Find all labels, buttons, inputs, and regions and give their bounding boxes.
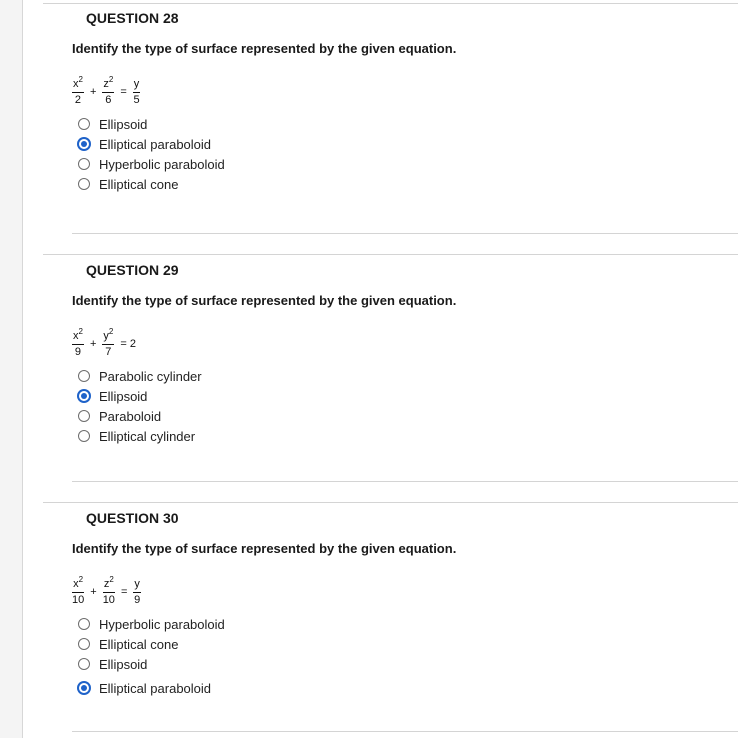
answer-option[interactable]: Elliptical paraboloid (78, 678, 225, 698)
radio-button[interactable] (78, 658, 90, 670)
option-label: Elliptical cone (99, 636, 179, 652)
eq-den: 10 (72, 593, 85, 606)
question-28-equation: x2 2 + z2 6 = y5 (72, 74, 141, 110)
eq-den: 9 (74, 345, 82, 358)
eq-exp: 2 (78, 326, 83, 336)
eq-exp: 2 (78, 574, 84, 584)
eq-den: 7 (105, 345, 112, 358)
answer-option[interactable]: Elliptical cone (78, 634, 225, 654)
eq-term: z2 10 (102, 575, 115, 606)
eq-operator: = (120, 86, 127, 98)
option-label: Elliptical cone (99, 176, 179, 192)
eq-exp: 2 (78, 74, 83, 84)
question-28-header: QUESTION 28 (86, 10, 179, 26)
answer-option[interactable]: Parabolic cylinder (78, 366, 202, 386)
eq-den: 10 (102, 593, 115, 606)
question-30-prompt: Identify the type of surface represented… (72, 541, 457, 556)
answer-option[interactable]: Ellipsoid (78, 654, 225, 674)
eq-den: 6 (105, 93, 112, 106)
eq-den: 9 (134, 593, 141, 606)
eq-den: 5 (133, 93, 140, 106)
eq-num: y (134, 577, 140, 590)
question-29-bottom-divider (72, 481, 738, 482)
option-label: Hyperbolic paraboloid (99, 616, 225, 632)
question-29-equation: x2 9 + y2 7 = 2 (72, 326, 139, 362)
question-30-options: Hyperbolic paraboloid Elliptical cone El… (78, 614, 225, 698)
question-30-header: QUESTION 30 (86, 510, 179, 526)
question-30-equation: x2 10 + z2 10 = y9 (72, 574, 141, 610)
answer-option[interactable]: Elliptical cone (78, 174, 225, 194)
question-30-top-divider (43, 502, 738, 503)
left-rail (0, 0, 23, 738)
radio-button[interactable] (78, 638, 90, 650)
option-label: Ellipsoid (99, 656, 148, 672)
answer-option[interactable]: Paraboloid (78, 406, 202, 426)
radio-button[interactable] (78, 178, 90, 190)
eq-term: z2 6 (102, 75, 115, 106)
eq-term: x2 2 (72, 75, 84, 106)
question-28-prompt: Identify the type of surface represented… (72, 41, 457, 56)
answer-option[interactable]: Elliptical paraboloid (78, 134, 225, 154)
option-label: Parabolic cylinder (99, 368, 202, 384)
option-label: Elliptical paraboloid (99, 136, 212, 152)
eq-exp: 2 (108, 326, 114, 336)
eq-num: x (73, 77, 79, 90)
eq-den: 2 (74, 93, 82, 106)
top-divider (43, 3, 738, 4)
radio-button[interactable] (78, 682, 90, 694)
eq-term: y9 (133, 577, 141, 606)
question-29-header: QUESTION 29 (86, 262, 179, 278)
answer-option[interactable]: Hyperbolic paraboloid (78, 154, 225, 174)
radio-button[interactable] (78, 118, 90, 130)
eq-operator: + (90, 586, 97, 598)
eq-exp: 2 (109, 574, 114, 584)
radio-button[interactable] (78, 158, 90, 170)
eq-term: x2 10 (72, 575, 85, 606)
eq-operator: = 2 (120, 338, 136, 350)
question-28-options: Ellipsoid Elliptical paraboloid Hyperbol… (78, 114, 225, 194)
eq-operator: + (89, 86, 97, 98)
eq-term: x2 9 (72, 327, 84, 358)
eq-term: y2 7 (102, 327, 115, 358)
answer-option[interactable]: Ellipsoid (78, 114, 225, 134)
answer-option[interactable]: Hyperbolic paraboloid (78, 614, 225, 634)
radio-button[interactable] (78, 390, 90, 402)
option-label: Ellipsoid (99, 116, 148, 132)
radio-button[interactable] (78, 410, 90, 422)
option-label: Hyperbolic paraboloid (99, 156, 225, 172)
radio-button[interactable] (78, 430, 90, 442)
eq-exp: 2 (108, 74, 114, 84)
option-label: Elliptical cylinder (99, 428, 196, 444)
eq-term: y5 (132, 77, 141, 106)
eq-operator: + (89, 338, 97, 350)
radio-button[interactable] (78, 618, 90, 630)
question-28-bottom-divider (72, 233, 738, 234)
question-29-prompt: Identify the type of surface represented… (72, 293, 457, 308)
question-29-top-divider (43, 254, 738, 255)
option-label: Elliptical paraboloid (99, 680, 212, 696)
radio-button[interactable] (78, 370, 90, 382)
option-label: Ellipsoid (99, 388, 148, 404)
question-29-options: Parabolic cylinder Ellipsoid Paraboloid … (78, 366, 202, 446)
answer-option[interactable]: Elliptical cylinder (78, 426, 202, 446)
answer-option[interactable]: Ellipsoid (78, 386, 202, 406)
radio-button[interactable] (78, 138, 90, 150)
option-label: Paraboloid (99, 408, 162, 424)
question-30-bottom-divider (72, 731, 738, 732)
eq-num: x (73, 329, 79, 342)
eq-operator: = (120, 586, 128, 598)
eq-num: x (73, 577, 79, 590)
eq-num: y (133, 77, 140, 90)
